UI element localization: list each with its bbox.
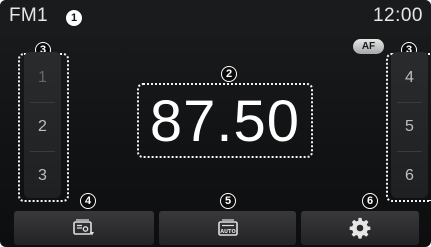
radio-screen: FM1 12:00 1 AF 3 1 2 3 3 4 5 6 2 87.50 4… (0, 0, 431, 247)
preset-button-6[interactable]: 6 (391, 152, 428, 200)
auto-store-icon: AUTO (217, 219, 238, 236)
callout-marker: 6 (362, 193, 378, 209)
preset-button-4[interactable]: 4 (391, 54, 428, 102)
gear-icon (349, 217, 371, 239)
callout-marker: 4 (80, 193, 96, 209)
callout-marker: 2 (221, 66, 237, 82)
callout-marker: 1 (66, 10, 82, 26)
radio-info-icon (73, 219, 94, 236)
preset-column-left: 1 2 3 (24, 52, 61, 198)
preset-button-3[interactable]: 3 (24, 152, 61, 200)
clock: 12:00 (372, 5, 423, 26)
settings-button[interactable] (301, 211, 419, 245)
callout-marker: 5 (220, 193, 236, 209)
preset-button-2[interactable]: 2 (24, 103, 61, 151)
af-badge[interactable]: AF (353, 39, 384, 54)
preset-button-1[interactable]: 1 (24, 54, 61, 102)
radio-info-button[interactable] (14, 211, 154, 245)
band-label[interactable]: FM1 (9, 5, 48, 27)
preset-button-5[interactable]: 5 (391, 103, 428, 151)
frequency-value: 87.50 (149, 88, 301, 154)
auto-store-button[interactable]: AUTO (159, 211, 296, 245)
preset-column-right: 4 5 6 (391, 52, 428, 198)
svg-text:AUTO: AUTO (220, 229, 235, 235)
status-bar: FM1 12:00 (0, 0, 431, 36)
